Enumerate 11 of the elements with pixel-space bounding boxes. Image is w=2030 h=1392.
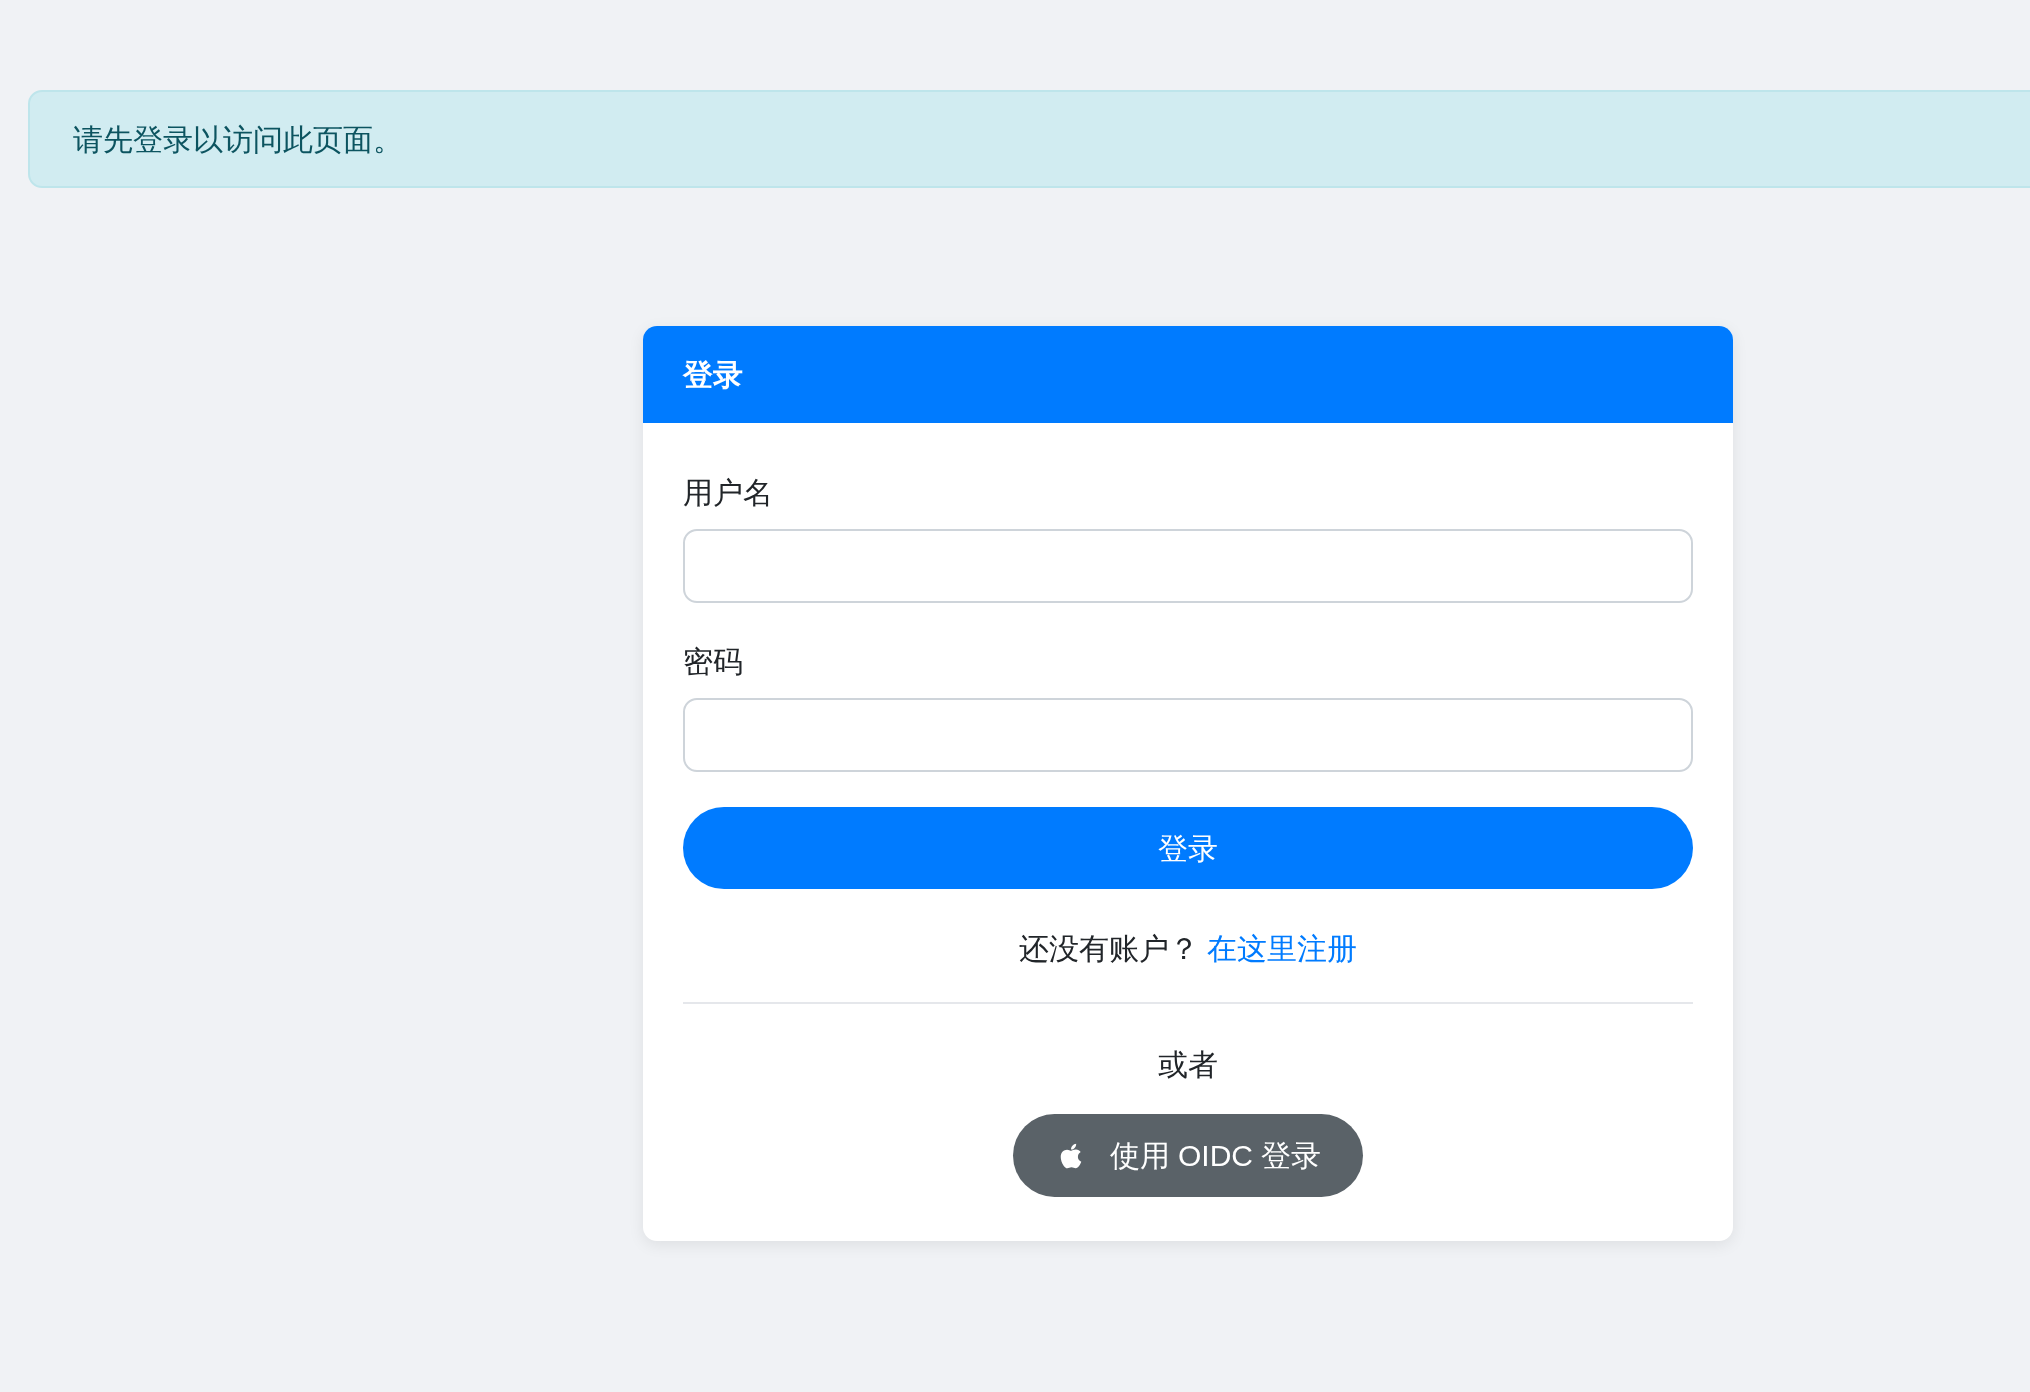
divider-text: 或者 — [1158, 1047, 1218, 1083]
card-title: 登录 — [683, 357, 743, 393]
field-label: 密码 — [683, 644, 743, 680]
login-button[interactable]: 登录 — [683, 807, 1693, 889]
oidc-login-button[interactable]: 使用 OIDC 登录 — [1012, 1114, 1364, 1197]
input-field[interactable] — [683, 698, 1693, 772]
input-field[interactable] — [683, 529, 1693, 603]
register-link[interactable]: 在这里注册 — [1207, 927, 1357, 970]
alert-message: 请先登录以访问此页面。 — [73, 121, 403, 158]
register-prompt: 还没有账户？ — [1019, 931, 1199, 967]
field-label: 用户名 — [683, 475, 773, 511]
